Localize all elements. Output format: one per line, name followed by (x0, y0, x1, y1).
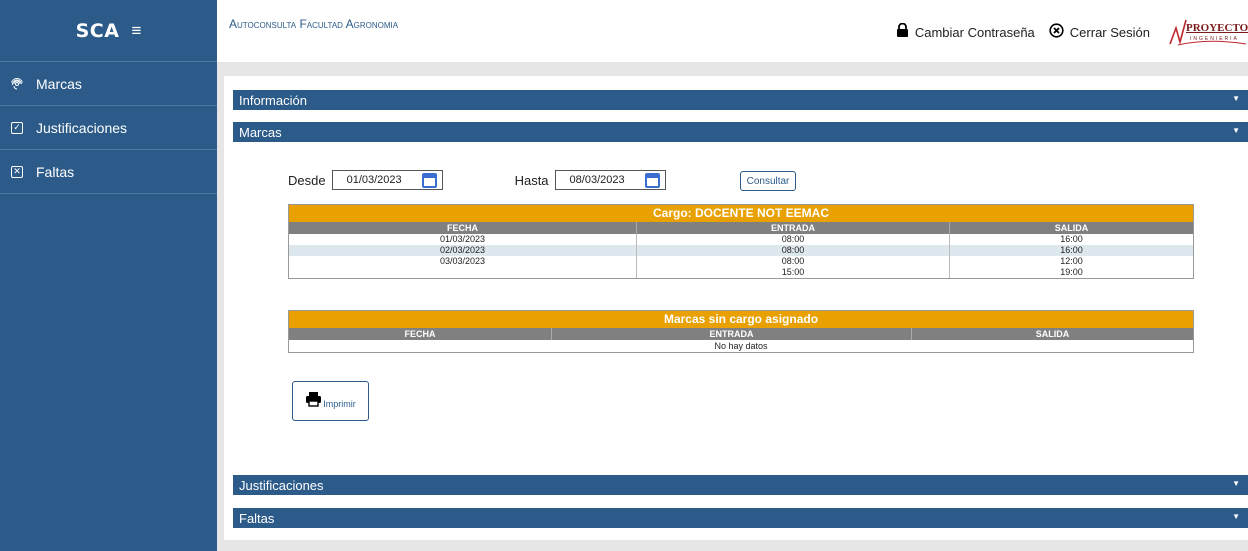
table-row: 03/03/2023 08:00 12:00 (289, 256, 1193, 267)
table-row: 15:00 19:00 (289, 267, 1193, 278)
table-row: 01/03/2023 08:00 16:00 (289, 234, 1193, 245)
sidebar-item-justificaciones[interactable]: ✓ Justificaciones (0, 106, 217, 150)
cell-salida: 16:00 (949, 234, 1193, 245)
sin-cargo-table: Marcas sin cargo asignado FECHA ENTRADA … (288, 310, 1194, 353)
accordion-marcas[interactable]: Marcas ▼ (233, 122, 1248, 142)
cell-entrada: 08:00 (636, 234, 949, 245)
sidebar-item-faltas[interactable]: ✕ Faltas (0, 150, 217, 194)
column-header-entrada: ENTRADA (551, 328, 911, 340)
accordion-label: Información (239, 92, 307, 108)
column-header-salida: SALIDA (911, 328, 1193, 340)
empty-message: No hay datos (714, 341, 768, 351)
sidebar: SCA ≡ Marcas ✓ Justificaciones ✕ Faltas (0, 0, 217, 551)
chevron-down-icon: ▼ (1232, 94, 1240, 103)
brand-logo[interactable]: SCA (76, 20, 120, 42)
header-actions: Cambiar Contraseña Cerrar Sesión PROYECT… (896, 14, 1248, 50)
cell-fecha: 03/03/2023 (439, 256, 486, 266)
print-label: Imprimir (323, 399, 356, 409)
table-row: 02/03/2023 08:00 16:00 (289, 245, 1193, 256)
hasta-date-value: 08/03/2023 (569, 174, 625, 186)
cell-fecha: 02/03/2023 (439, 245, 486, 255)
cell-salida: 19:00 (949, 267, 1193, 278)
change-password-label: Cambiar Contraseña (914, 24, 1035, 40)
table-caption: Cargo: DOCENTE NOT EEMAC (289, 205, 1193, 222)
sidebar-item-label: Justificaciones (36, 119, 128, 136)
lock-icon (896, 22, 909, 42)
hamburger-icon[interactable]: ≡ (131, 22, 141, 39)
column-header-salida: SALIDA (949, 222, 1193, 234)
table-header-row: FECHA ENTRADA SALIDA (289, 222, 1193, 234)
desde-label: Desde (288, 172, 326, 188)
logo-subtext: INGENIERIA (1190, 36, 1239, 42)
column-header-entrada: ENTRADA (636, 222, 949, 234)
sidebar-item-label: Faltas (36, 163, 75, 180)
logout-link[interactable]: Cerrar Sesión (1049, 22, 1150, 42)
chevron-down-icon: ▼ (1232, 479, 1240, 488)
app-title: Autoconsulta Facultad Agronomia (229, 17, 399, 31)
consultar-button[interactable]: Consultar (740, 171, 796, 191)
table-caption: Marcas sin cargo asignado (289, 311, 1193, 328)
top-header: Autoconsulta Facultad Agronomia Cambiar … (217, 0, 1248, 62)
logo-text: PROYECTOS (1186, 22, 1248, 34)
cell-salida: 12:00 (949, 256, 1193, 267)
hasta-label: Hasta (514, 172, 549, 188)
accordion-faltas[interactable]: Faltas ▼ (233, 508, 1248, 528)
sidebar-item-marcas[interactable]: Marcas (0, 62, 217, 106)
calendar-icon[interactable] (421, 172, 437, 188)
accordion-justificaciones[interactable]: Justificaciones ▼ (233, 475, 1248, 495)
printer-icon (305, 391, 322, 412)
cargo-table: Cargo: DOCENTE NOT EEMAC FECHA ENTRADA S… (288, 204, 1194, 279)
sidebar-item-label: Marcas (36, 75, 82, 92)
date-filters: Desde 01/03/2023 Hasta 08/03/2023 (288, 170, 666, 190)
company-logo: PROYECTOS INGENIERIA (1168, 14, 1248, 50)
desde-date-value: 01/03/2023 (346, 174, 402, 186)
cell-fecha: 01/03/2023 (439, 234, 486, 244)
cell-entrada: 15:00 (636, 267, 949, 278)
sidebar-brand: SCA ≡ (0, 0, 217, 62)
cell-entrada: 08:00 (636, 256, 949, 267)
accordion-label: Justificaciones (239, 477, 324, 493)
change-password-link[interactable]: Cambiar Contraseña (896, 22, 1035, 42)
fingerprint-icon (10, 77, 24, 91)
column-header-fecha: FECHA (447, 223, 478, 233)
x-box-icon: ✕ (10, 165, 24, 179)
logout-label: Cerrar Sesión (1069, 24, 1150, 40)
main-panel (224, 76, 1248, 540)
chevron-down-icon: ▼ (1232, 126, 1240, 135)
table-header-row: FECHA ENTRADA SALIDA (289, 328, 1193, 340)
accordion-label: Faltas (239, 510, 275, 526)
cell-fecha (289, 267, 636, 278)
hasta-date-input[interactable]: 08/03/2023 (554, 170, 666, 190)
column-header-fecha: FECHA (404, 329, 436, 339)
app-root: SCA ≡ Marcas ✓ Justificaciones ✕ Faltas … (0, 0, 1248, 551)
accordion-informacion[interactable]: Información ▼ (233, 90, 1248, 110)
calendar-icon[interactable] (644, 172, 660, 188)
accordion-label: Marcas (239, 124, 282, 140)
checkbox-icon: ✓ (10, 121, 24, 135)
chevron-down-icon: ▼ (1232, 512, 1240, 521)
print-button[interactable]: Imprimir (292, 381, 369, 421)
close-circle-icon (1049, 22, 1064, 42)
cell-entrada: 08:00 (636, 245, 949, 256)
cell-salida: 16:00 (949, 245, 1193, 256)
desde-date-input[interactable]: 01/03/2023 (331, 170, 443, 190)
